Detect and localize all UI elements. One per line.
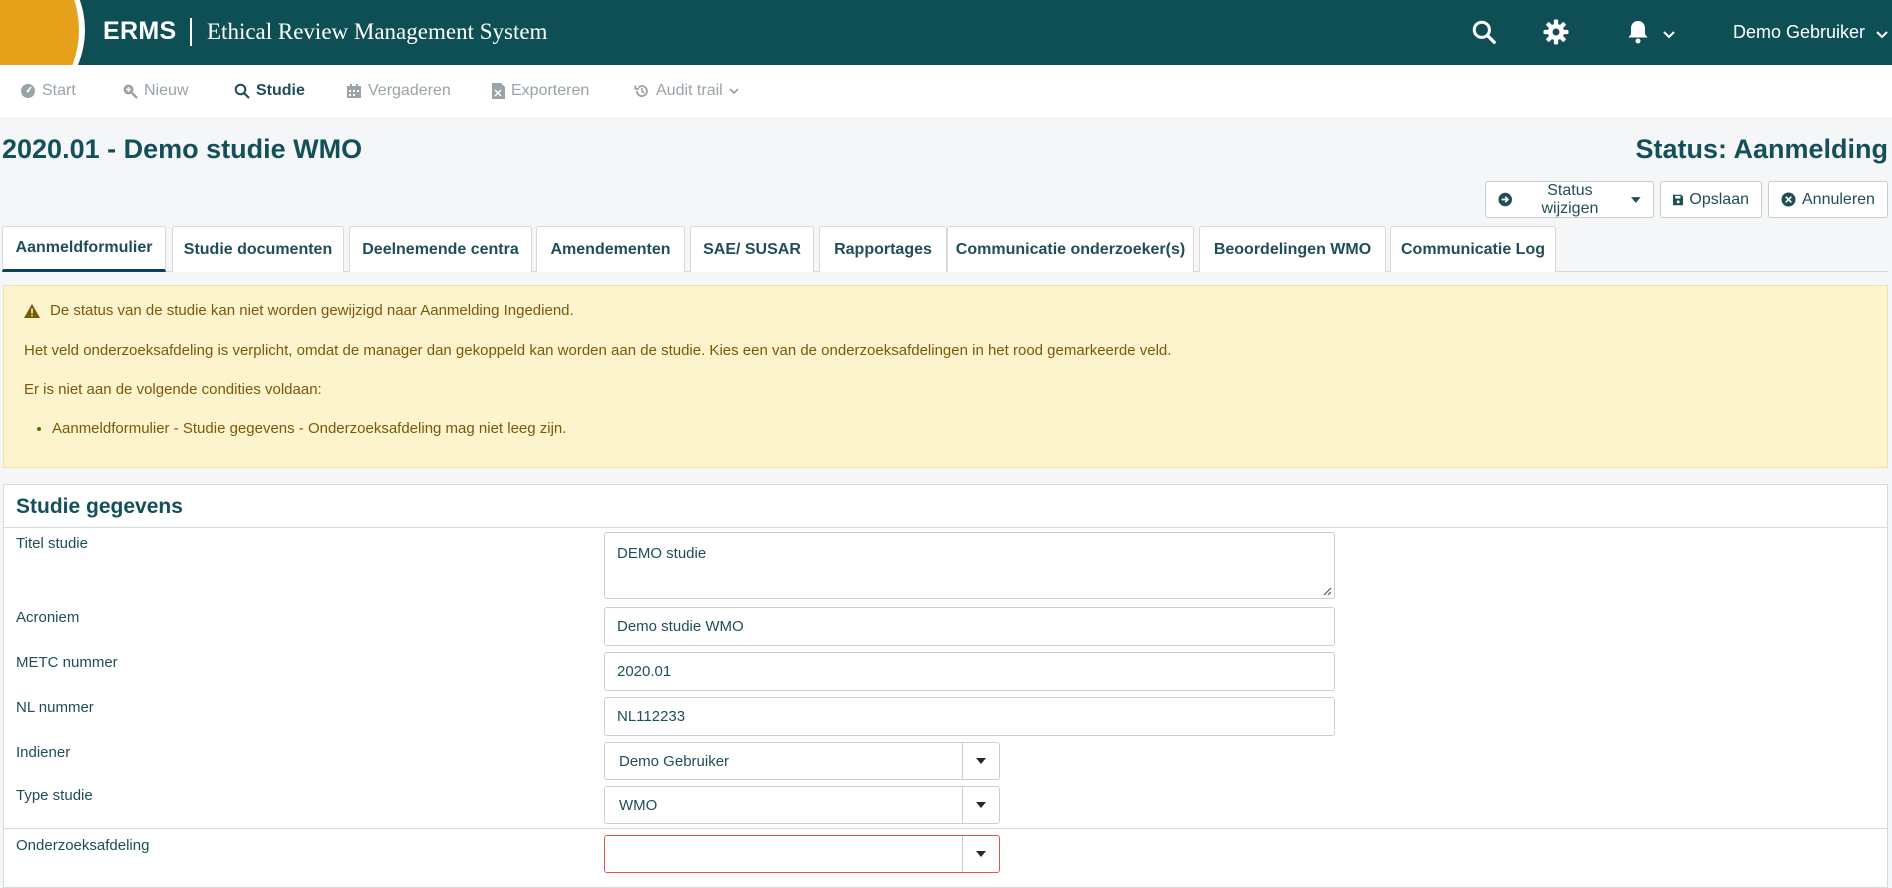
search-icon[interactable]: [1470, 18, 1498, 46]
nav-exporteren[interactable]: Exporteren: [492, 82, 589, 100]
nav-nieuw[interactable]: Nieuw: [122, 82, 188, 100]
alert-heading: De status van de studie kan niet worden …: [24, 302, 574, 319]
history-icon: [634, 85, 648, 97]
caret-down-icon: [976, 758, 986, 764]
field-label-nl: NL nummer: [16, 699, 94, 716]
tab-communicatie-log[interactable]: Communicatie Log: [1390, 226, 1556, 272]
nav-start[interactable]: Start: [20, 82, 76, 100]
file-excel-icon: [492, 83, 505, 99]
field-label-titel: Titel studie: [16, 535, 88, 552]
indiener-select[interactable]: Demo Gebruiker: [604, 742, 1000, 780]
tab-aanmeldformulier[interactable]: Aanmeldformulier: [2, 226, 166, 272]
field-label-indiener: Indiener: [16, 744, 71, 761]
list-item: Aanmeldformulier - Studie gegevens - Ond…: [52, 420, 566, 437]
tab-deelnemende-centra[interactable]: Deelnemende centra: [349, 226, 532, 272]
tab-rapportages[interactable]: Rapportages: [819, 226, 947, 272]
alert-message: Het veld onderzoeksafdeling is verplicht…: [24, 342, 1172, 359]
field-label-type: Type studie: [16, 787, 93, 804]
alert-conditions-intro: Er is niet aan de volgende condities vol…: [24, 381, 322, 398]
nav-audit-trail[interactable]: Audit trail: [634, 82, 739, 100]
search-icon: [234, 83, 250, 99]
save-button[interactable]: Opslaan: [1660, 181, 1762, 218]
tab-studie-documenten[interactable]: Studie documenten: [172, 226, 344, 272]
type-studie-select[interactable]: WMO: [604, 786, 1000, 824]
nav-studie[interactable]: Studie: [234, 82, 305, 100]
close-circle-icon: [1781, 192, 1796, 207]
chevron-down-icon: [729, 87, 739, 94]
section-title: Studie gegevens: [16, 495, 183, 518]
warning-alert: De status van de studie kan niet worden …: [3, 285, 1888, 468]
resize-handle-icon[interactable]: [1322, 586, 1332, 596]
onderzoeksafdeling-select[interactable]: [604, 835, 1000, 873]
acroniem-input[interactable]: Demo studie WMO: [604, 607, 1335, 646]
warning-icon: [24, 303, 40, 318]
floppy-disk-icon: [1673, 194, 1684, 205]
field-label-acroniem: Acroniem: [16, 609, 80, 626]
chevron-down-icon[interactable]: [1663, 26, 1675, 44]
metc-nummer-input[interactable]: 2020.01: [604, 652, 1335, 691]
search-plus-icon: [123, 84, 138, 99]
caret-down-icon: [976, 802, 986, 808]
brand-separator: [190, 18, 192, 46]
caret-down-icon: [1631, 196, 1641, 203]
tab-sae-susar[interactable]: SAE/ SUSAR: [690, 226, 814, 272]
gear-icon[interactable]: [1542, 18, 1570, 46]
nav-vergaderen[interactable]: Vergaderen: [346, 82, 451, 100]
top-bar: ERMS Ethical Review Management System De…: [0, 0, 1892, 65]
page-title: 2020.01 - Demo studie WMO: [2, 134, 363, 164]
user-menu[interactable]: Demo Gebruiker: [1733, 22, 1865, 43]
logo: [0, 0, 90, 65]
study-details-card: Studie gegevens Titel studie DEMO studie…: [3, 484, 1888, 888]
calendar-icon: [347, 84, 361, 98]
cancel-button[interactable]: Annuleren: [1768, 181, 1888, 218]
nl-nummer-input[interactable]: NL112233: [604, 697, 1335, 736]
status-change-button[interactable]: Status wijzigen: [1485, 181, 1654, 218]
alert-conditions-list: Aanmeldformulier - Studie gegevens - Ond…: [52, 420, 566, 437]
field-label-afdeling: Onderzoeksafdeling: [16, 837, 150, 854]
caret-down-icon: [976, 851, 986, 857]
brand-name: ERMS: [103, 17, 177, 45]
main-nav: Start Nieuw Studie Vergaderen Exporteren…: [0, 65, 1892, 117]
divider: [4, 828, 1887, 829]
chevron-down-icon[interactable]: [1876, 26, 1888, 44]
dashboard-icon: [21, 84, 35, 98]
tab-beoordelingen-wmo[interactable]: Beoordelingen WMO: [1199, 226, 1386, 272]
brand-subtitle: Ethical Review Management System: [207, 19, 548, 44]
tab-amendementen[interactable]: Amendementen: [536, 226, 685, 272]
status-badge: Status: Aanmelding: [1635, 134, 1888, 164]
titel-studie-textarea[interactable]: DEMO studie: [604, 532, 1335, 599]
arrow-circle-right-icon: [1498, 192, 1513, 207]
field-label-metc: METC nummer: [16, 654, 118, 671]
tab-bar: Aanmeldformulier Studie documenten Deeln…: [2, 226, 1888, 272]
bell-icon[interactable]: [1624, 18, 1652, 46]
tab-communicatie-onderzoekers[interactable]: Communicatie onderzoeker(s): [947, 226, 1194, 272]
divider: [4, 527, 1887, 528]
